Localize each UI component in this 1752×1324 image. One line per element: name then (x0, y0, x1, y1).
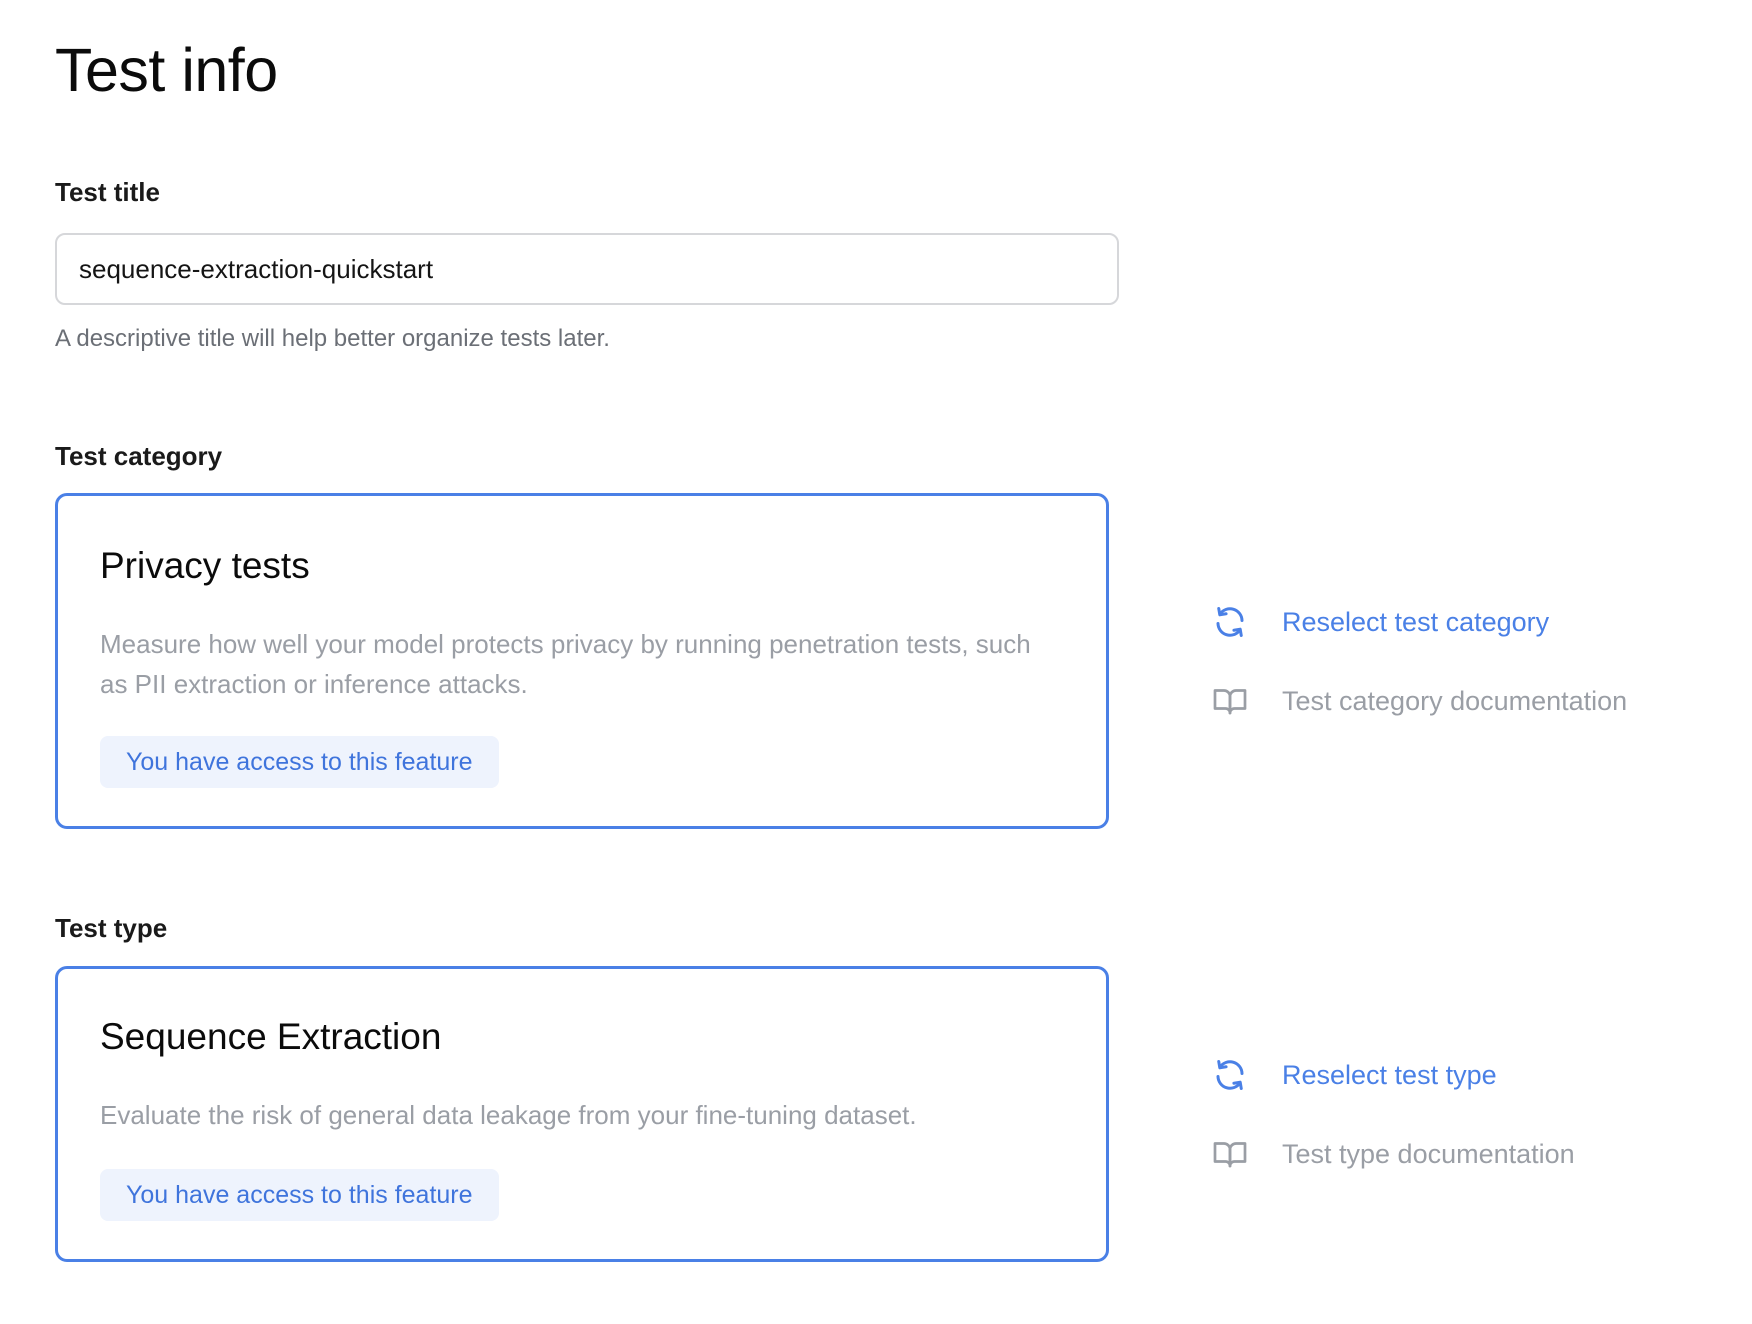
reselect-test-type-link[interactable]: Reselect test type (1212, 1057, 1497, 1093)
test-category-documentation-label: Test category documentation (1282, 686, 1628, 716)
test-title-input[interactable] (55, 233, 1119, 305)
reselect-test-category-link[interactable]: Reselect test category (1212, 604, 1549, 640)
test-type-label: Test type (55, 913, 168, 943)
test-type-documentation-label: Test type documentation (1282, 1139, 1575, 1169)
refresh-icon (1216, 1060, 1244, 1090)
reselect-test-type-label: Reselect test type (1282, 1060, 1497, 1090)
test-type-card-description: Evaluate the risk of general data leakag… (100, 1100, 917, 1130)
test-title-helper-text: A descriptive title will help better org… (55, 325, 610, 352)
reselect-test-category-label: Reselect test category (1282, 607, 1550, 637)
book-icon (1213, 689, 1247, 715)
test-type-documentation-link[interactable]: Test type documentation (1212, 1136, 1575, 1172)
test-type-card-heading: Sequence Extraction (100, 1016, 442, 1057)
book-icon (1213, 1142, 1247, 1168)
page-title: Test info (55, 36, 278, 104)
test-category-documentation-link[interactable]: Test category documentation (1212, 683, 1627, 719)
test-category-card: Privacy tests Measure how well your mode… (55, 493, 1109, 829)
refresh-icon (1216, 607, 1244, 637)
test-category-card-description: Measure how well your model protects pri… (100, 629, 1031, 699)
test-info-page: Test info Test title A descriptive title… (0, 0, 1752, 1324)
test-type-card: Sequence Extraction Evaluate the risk of… (55, 966, 1109, 1262)
access-badge: You have access to this feature (100, 1169, 499, 1221)
test-category-card-heading: Privacy tests (100, 545, 310, 586)
test-title-label: Test title (55, 177, 160, 207)
test-category-label: Test category (55, 441, 223, 471)
access-badge: You have access to this feature (100, 736, 499, 788)
